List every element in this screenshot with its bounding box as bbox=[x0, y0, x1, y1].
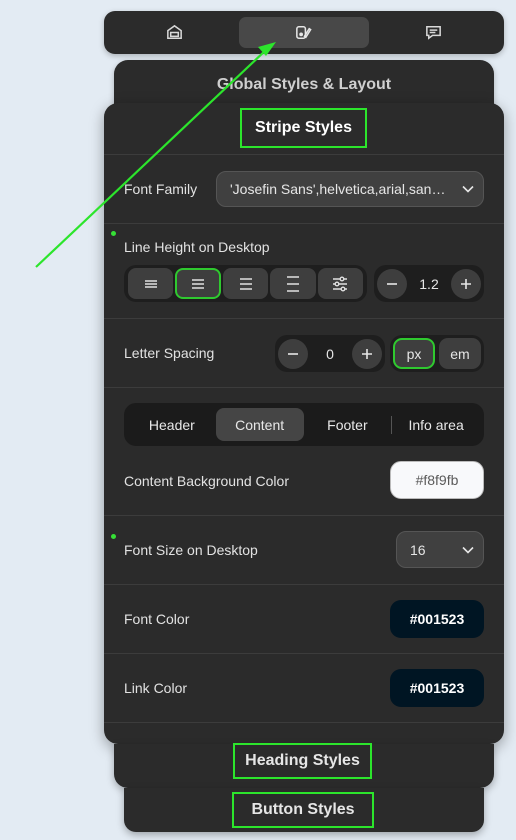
tab-template[interactable] bbox=[110, 17, 239, 48]
stripe-styles-title[interactable]: Stripe Styles bbox=[240, 108, 367, 148]
tab-comments[interactable] bbox=[369, 17, 498, 48]
align-right-icon bbox=[286, 275, 299, 292]
font-size-value: 16 bbox=[410, 541, 426, 558]
global-styles-title[interactable]: Global Styles & Layout bbox=[114, 76, 494, 94]
tab-footer[interactable]: Footer bbox=[304, 408, 392, 441]
letter-spacing-increment-button[interactable] bbox=[352, 338, 382, 369]
letter-spacing-decrement-button[interactable] bbox=[278, 338, 308, 369]
font-size-select[interactable]: 16 bbox=[396, 531, 484, 568]
tab-header[interactable]: Header bbox=[128, 408, 216, 441]
tab-info-area[interactable]: Info area bbox=[392, 408, 480, 441]
font-size-label: Font Size on Desktop bbox=[124, 542, 258, 558]
align-left-icon bbox=[144, 279, 157, 288]
heading-styles-title[interactable]: Heading Styles bbox=[233, 743, 372, 779]
line-height-option-2[interactable] bbox=[175, 268, 221, 299]
top-tab-bar bbox=[104, 11, 504, 54]
font-color-swatch[interactable]: #001523 bbox=[390, 600, 484, 638]
tab-content[interactable]: Content bbox=[215, 408, 304, 441]
section-tabs: Header Content Footer Info area bbox=[124, 403, 484, 446]
line-height-option-3[interactable] bbox=[222, 268, 269, 299]
divider bbox=[104, 722, 504, 723]
unit-em-button[interactable]: em bbox=[439, 338, 481, 369]
plus-icon bbox=[362, 348, 372, 359]
divider bbox=[104, 387, 504, 388]
divider bbox=[104, 223, 504, 224]
link-color-swatch[interactable]: #001523 bbox=[390, 669, 484, 707]
line-height-label: Line Height on Desktop bbox=[124, 239, 270, 255]
plus-icon bbox=[461, 278, 471, 289]
divider bbox=[104, 584, 504, 585]
line-height-options bbox=[124, 265, 367, 302]
unit-px-button[interactable]: px bbox=[393, 338, 435, 369]
responsive-indicator-dot bbox=[111, 231, 116, 236]
font-color-label: Font Color bbox=[124, 611, 190, 627]
font-family-select[interactable]: 'Josefin Sans',helvetica,arial,sans-seri… bbox=[216, 171, 484, 207]
template-icon bbox=[167, 24, 183, 39]
letter-spacing-unit-toggle: px em bbox=[390, 335, 484, 372]
letter-spacing-label: Letter Spacing bbox=[124, 345, 215, 361]
font-family-label: Font Family bbox=[124, 181, 198, 197]
content-bg-color-swatch[interactable]: #f8f9fb bbox=[390, 461, 484, 499]
heading-styles-panel[interactable]: Heading Styles bbox=[114, 743, 494, 788]
line-height-decrement-button[interactable] bbox=[377, 268, 407, 299]
divider bbox=[104, 154, 504, 155]
tab-style[interactable] bbox=[239, 17, 369, 48]
responsive-indicator-dot bbox=[111, 534, 116, 539]
style-brush-icon bbox=[296, 26, 313, 39]
letter-spacing-value[interactable]: 0 bbox=[312, 346, 348, 362]
line-height-value[interactable]: 1.2 bbox=[411, 276, 447, 292]
minus-icon bbox=[288, 352, 298, 355]
comment-icon bbox=[425, 26, 441, 40]
divider bbox=[104, 653, 504, 654]
align-justify-icon bbox=[239, 277, 252, 290]
divider bbox=[104, 318, 504, 319]
chevron-down-icon bbox=[453, 185, 483, 193]
font-family-value: 'Josefin Sans',helvetica,arial,sans-seri… bbox=[230, 181, 453, 197]
button-styles-panel[interactable]: Button Styles bbox=[124, 788, 484, 832]
divider bbox=[104, 515, 504, 516]
line-height-option-1[interactable] bbox=[128, 268, 174, 299]
letter-spacing-stepper: 0 bbox=[275, 335, 385, 372]
line-height-stepper: 1.2 bbox=[374, 265, 484, 302]
button-styles-title[interactable]: Button Styles bbox=[232, 792, 374, 828]
stripe-styles-panel: Stripe Styles Font Family 'Josefin Sans'… bbox=[104, 103, 504, 744]
sliders-icon bbox=[333, 276, 348, 291]
align-center-icon bbox=[192, 278, 205, 289]
line-height-increment-button[interactable] bbox=[451, 268, 481, 299]
line-height-option-custom[interactable] bbox=[317, 268, 363, 299]
line-height-option-4[interactable] bbox=[270, 268, 316, 299]
link-color-label: Link Color bbox=[124, 680, 188, 696]
chevron-down-icon bbox=[453, 546, 483, 554]
minus-icon bbox=[387, 282, 397, 285]
content-bg-color-label: Content Background Color bbox=[124, 473, 289, 489]
